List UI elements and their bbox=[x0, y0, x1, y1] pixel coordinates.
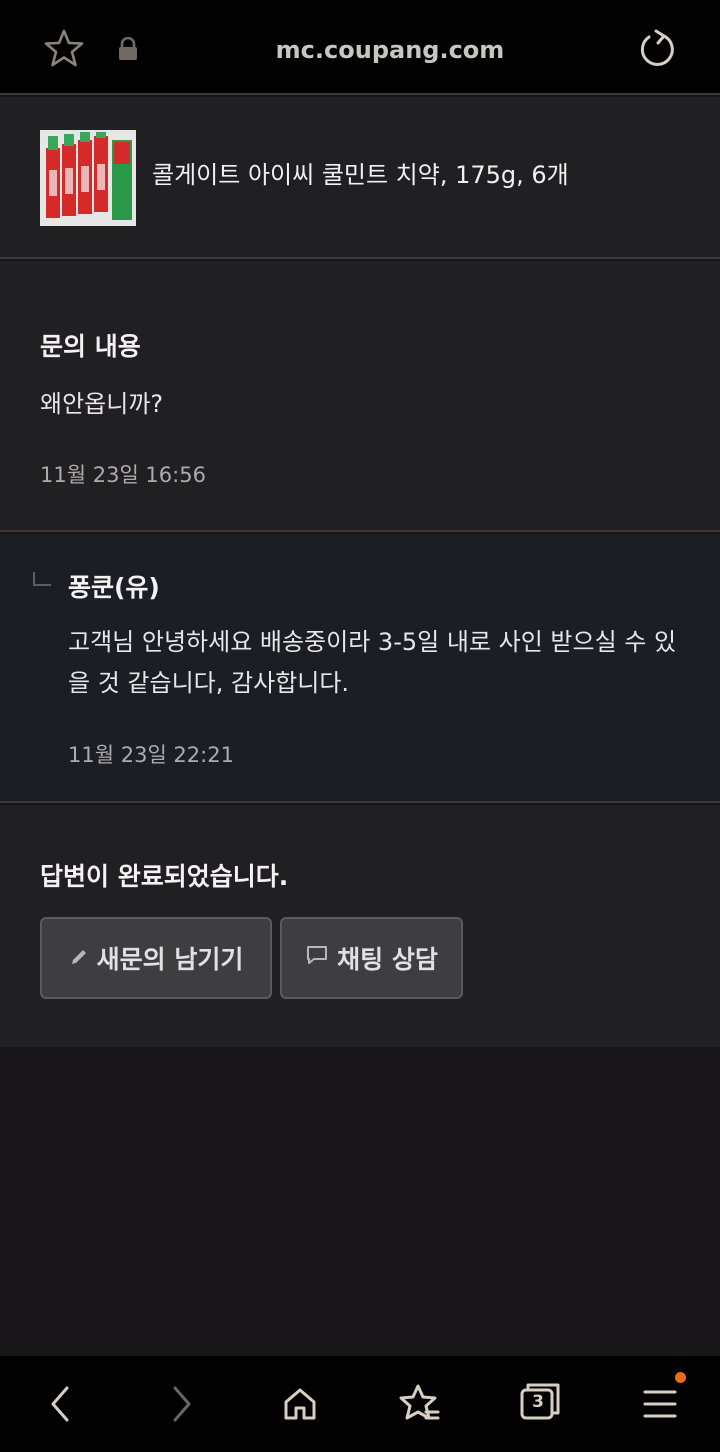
forward-icon[interactable] bbox=[158, 1380, 206, 1428]
browser-top-bar: mc.coupang.com bbox=[0, 0, 720, 95]
reload-icon[interactable] bbox=[634, 26, 680, 72]
new-inquiry-label: 새문의 남기기 bbox=[96, 945, 244, 974]
answer-status-section: 답변이 완료되었습니다. 새문의 남기기 채팅 상담 bbox=[0, 805, 720, 1047]
new-inquiry-button[interactable]: 새문의 남기기 bbox=[40, 917, 272, 999]
chat-bubble-icon bbox=[305, 943, 329, 973]
inquiry-section: 문의 내용 왜안옵니까? 11월 23일 16:56 bbox=[0, 261, 720, 532]
product-summary[interactable]: 콜게이트 아이씨 쿨민트 치약, 175g, 6개 bbox=[0, 97, 720, 259]
browser-bottom-bar: 3 bbox=[0, 1356, 720, 1452]
url-bar[interactable]: mc.coupang.com bbox=[180, 30, 600, 70]
tabs-icon[interactable]: 3 bbox=[518, 1380, 566, 1428]
chat-consult-label: 채팅 상담 bbox=[337, 945, 438, 974]
reply-timestamp: 11월 23일 22:21 bbox=[68, 743, 234, 767]
reply-arrow-icon bbox=[33, 572, 51, 586]
chat-consult-button[interactable]: 채팅 상담 bbox=[280, 917, 463, 999]
star-icon[interactable] bbox=[42, 28, 86, 68]
bookmarks-icon[interactable] bbox=[396, 1380, 444, 1428]
product-thumbnail bbox=[40, 130, 136, 226]
back-icon[interactable] bbox=[36, 1380, 84, 1428]
product-name: 콜게이트 아이씨 쿨민트 치약, 175g, 6개 bbox=[152, 161, 569, 189]
inquiry-timestamp: 11월 23일 16:56 bbox=[40, 463, 206, 487]
reply-author: 퐁쿤(유) bbox=[68, 573, 160, 602]
answer-complete-message: 답변이 완료되었습니다. bbox=[40, 862, 289, 891]
tab-count: 3 bbox=[532, 1392, 544, 1412]
home-icon[interactable] bbox=[276, 1380, 324, 1428]
notification-dot bbox=[675, 1372, 686, 1383]
reply-section: 퐁쿤(유) 고객님 안녕하세요 배송중이라 3-5일 내로 사인 받으실 수 있… bbox=[0, 534, 720, 803]
menu-icon[interactable] bbox=[636, 1372, 686, 1428]
lock-icon bbox=[116, 36, 140, 62]
inquiry-heading: 문의 내용 bbox=[40, 332, 141, 361]
pencil-icon bbox=[69, 944, 89, 973]
reply-text: 고객님 안녕하세요 배송중이라 3-5일 내로 사인 받으실 수 있을 것 같습… bbox=[68, 628, 677, 697]
inquiry-text: 왜안옵니까? bbox=[40, 390, 164, 418]
